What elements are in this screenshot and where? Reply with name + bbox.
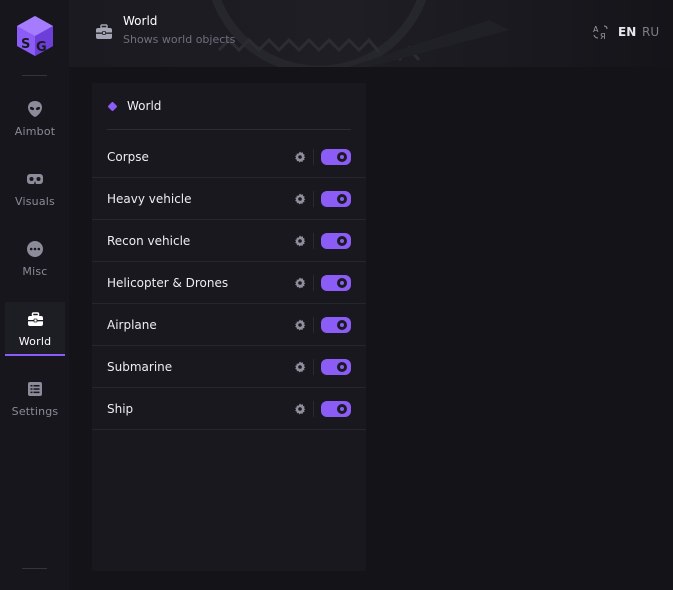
svg-text:A: A xyxy=(593,25,599,34)
dots-circle-icon xyxy=(26,240,44,258)
option-label: Recon vehicle xyxy=(107,233,191,248)
toggle-knob xyxy=(337,194,347,204)
helicopter-drones-toggle[interactable] xyxy=(321,275,351,291)
toggle-knob xyxy=(337,404,347,414)
sg-cube-logo-icon: S G xyxy=(17,16,53,56)
panel-title: World xyxy=(127,99,162,113)
sidebar-item-aimbot[interactable]: Aimbot xyxy=(5,92,65,146)
briefcase-icon xyxy=(96,24,112,39)
airplane-toggle[interactable] xyxy=(321,317,351,333)
list-item-corpse: Corpse xyxy=(92,136,366,178)
option-label: Airplane xyxy=(107,317,157,332)
row-divider xyxy=(313,275,314,291)
world-options-list: Corpse Heavy vehicle Recon vehicle Helic… xyxy=(92,136,366,430)
svg-text:S: S xyxy=(21,37,30,52)
svg-text:Я: Я xyxy=(600,32,606,40)
sidebar-item-label: Misc xyxy=(22,265,48,278)
option-label: Submarine xyxy=(107,359,173,374)
heavy-vehicle-toggle[interactable] xyxy=(321,191,351,207)
list-item-airplane: Airplane xyxy=(92,304,366,346)
sidebar-divider-bottom xyxy=(22,568,47,569)
sidebar: S G Aimbot Visuals Misc World Settings xyxy=(0,0,69,590)
recon-vehicle-toggle[interactable] xyxy=(321,233,351,249)
language-option-ru[interactable]: RU xyxy=(642,25,659,39)
row-divider xyxy=(313,317,314,333)
toggle-knob xyxy=(337,152,347,162)
list-item-helicopter-drones: Helicopter & Drones xyxy=(92,262,366,304)
sidebar-item-world[interactable]: World xyxy=(5,302,65,356)
gear-icon[interactable] xyxy=(294,151,306,163)
gear-icon[interactable] xyxy=(294,319,306,331)
toggle-knob xyxy=(337,278,347,288)
page-title: World xyxy=(123,14,158,28)
alien-icon xyxy=(26,100,44,118)
gear-icon[interactable] xyxy=(294,193,306,205)
ship-toggle[interactable] xyxy=(321,401,351,417)
gear-icon[interactable] xyxy=(294,277,306,289)
option-label: Ship xyxy=(107,401,134,416)
briefcase-icon xyxy=(26,310,44,328)
list-item-submarine: Submarine xyxy=(92,346,366,388)
sidebar-item-label: Aimbot xyxy=(14,125,56,138)
toggle-knob xyxy=(337,320,347,330)
row-divider xyxy=(313,149,314,165)
vr-goggles-icon xyxy=(26,170,44,188)
option-label: Helicopter & Drones xyxy=(107,275,229,290)
sidebar-item-misc[interactable]: Misc xyxy=(5,232,65,286)
page-subtitle: Shows world objects xyxy=(123,33,236,46)
sidebar-item-label: World xyxy=(18,335,52,348)
toggle-knob xyxy=(337,236,347,246)
gear-icon[interactable] xyxy=(294,235,306,247)
row-divider xyxy=(313,233,314,249)
sidebar-item-visuals[interactable]: Visuals xyxy=(5,162,65,216)
list-icon xyxy=(26,380,44,398)
list-item-ship: Ship xyxy=(92,388,366,430)
language-option-en[interactable]: EN xyxy=(618,25,636,39)
list-item-recon-vehicle: Recon vehicle xyxy=(92,220,366,262)
sidebar-item-label: Settings xyxy=(11,405,59,418)
header-bar: World Shows world objects A Я EN RU xyxy=(69,0,673,67)
sidebar-item-label: Visuals xyxy=(15,195,55,208)
world-panel: World Corpse Heavy vehicle Recon vehicle… xyxy=(92,83,366,571)
translate-icon[interactable]: A Я xyxy=(593,24,609,40)
option-label: Heavy vehicle xyxy=(107,191,192,206)
submarine-toggle[interactable] xyxy=(321,359,351,375)
gear-icon[interactable] xyxy=(294,403,306,415)
list-item-heavy-vehicle: Heavy vehicle xyxy=(92,178,366,220)
row-divider xyxy=(313,401,314,417)
row-divider xyxy=(313,359,314,375)
diamond-bullet-icon xyxy=(107,101,118,111)
svg-text:G: G xyxy=(36,40,47,55)
gear-icon[interactable] xyxy=(294,361,306,373)
sidebar-divider-top xyxy=(22,75,47,76)
toggle-knob xyxy=(337,362,347,372)
row-divider xyxy=(313,191,314,207)
option-label: Corpse xyxy=(107,149,149,164)
panel-header: World xyxy=(107,83,351,130)
sidebar-item-settings[interactable]: Settings xyxy=(5,372,65,426)
corpse-toggle[interactable] xyxy=(321,149,351,165)
